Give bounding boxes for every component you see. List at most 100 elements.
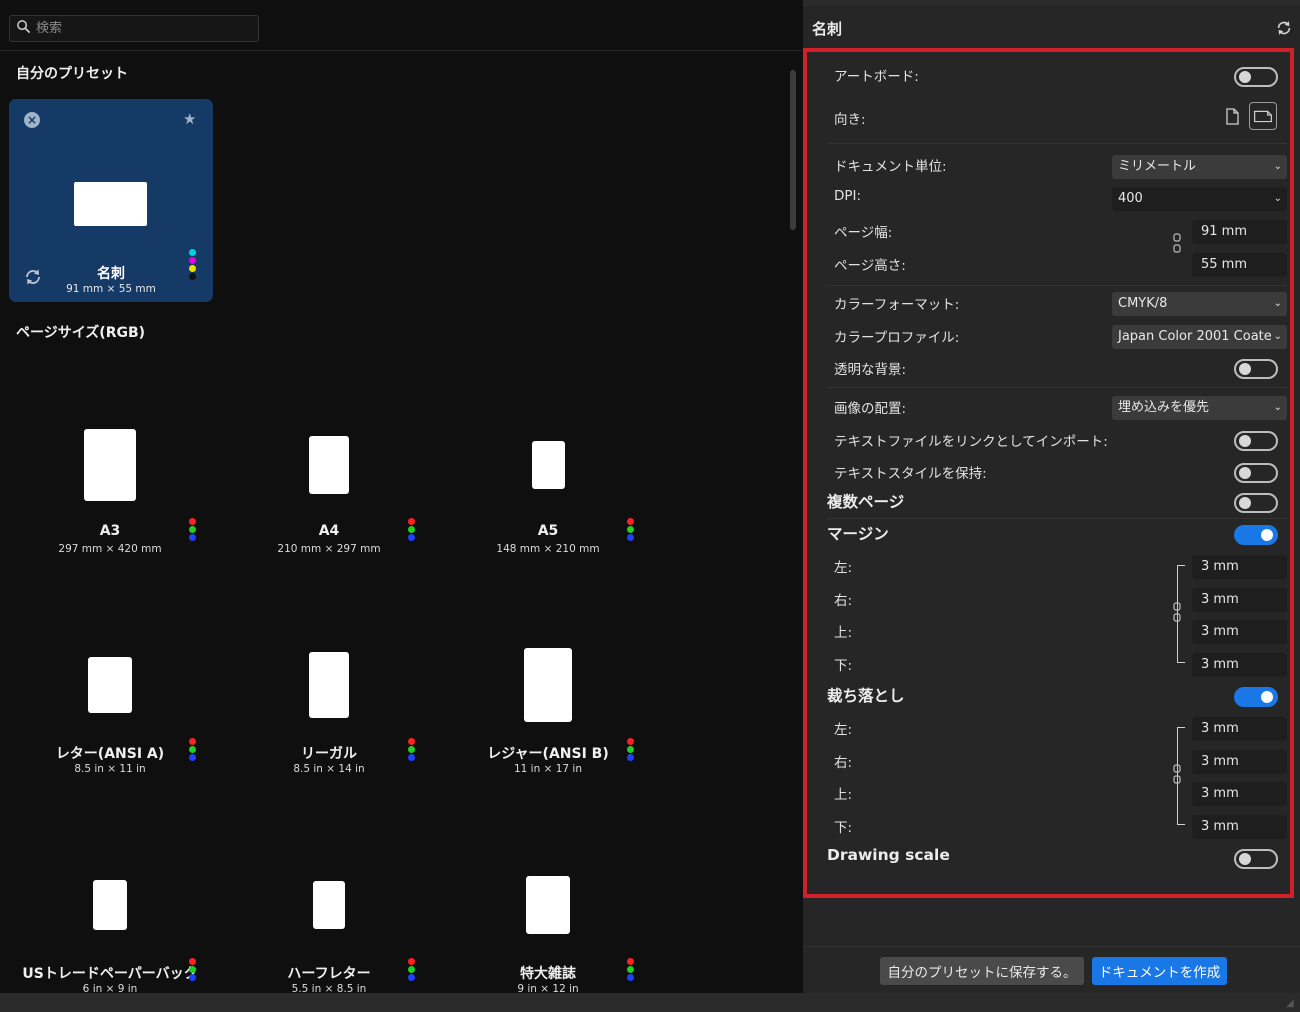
- page-size-tile[interactable]: リーガル 8.5 in × 14 in: [234, 632, 424, 822]
- save-preset-button[interactable]: 自分のプリセットに保存する。: [880, 957, 1084, 985]
- close-icon[interactable]: ×: [24, 112, 40, 128]
- drawing-scale-toggle[interactable]: [1234, 849, 1278, 869]
- page-size-heading: ページサイズ(RGB): [16, 325, 146, 341]
- margin-value-field[interactable]: 3 mm: [1192, 587, 1287, 612]
- dpi-label: DPI:: [834, 188, 862, 204]
- artboard-toggle[interactable]: [1234, 67, 1278, 87]
- link-icon[interactable]: [1172, 764, 1182, 784]
- color-dot: [189, 974, 196, 981]
- dpi-value: 400: [1118, 191, 1143, 206]
- color-mode-dots: [189, 249, 196, 281]
- bleed-toggle[interactable]: [1234, 687, 1278, 707]
- bleed-value-field[interactable]: 3 mm: [1192, 814, 1287, 839]
- text-link-label: テキストファイルをリンクとしてインポート:: [834, 434, 1108, 450]
- page-height-field[interactable]: 55 mm: [1192, 253, 1287, 277]
- bleed-value-field[interactable]: 3 mm: [1192, 782, 1287, 806]
- scrollbar[interactable]: [790, 70, 796, 230]
- margin-side-label: 下:: [834, 657, 853, 674]
- image-placement-select[interactable]: 埋め込みを優先 ⌄: [1112, 396, 1287, 420]
- margin-value-field[interactable]: 3 mm: [1192, 620, 1287, 644]
- color-dot: [189, 754, 196, 761]
- color-dot: [408, 526, 415, 533]
- page-size-dims: 8.5 in × 14 in: [293, 763, 365, 775]
- bleed-value-field[interactable]: 3 mm: [1192, 717, 1287, 741]
- divider: [803, 946, 1300, 947]
- link-icon[interactable]: [1172, 602, 1182, 622]
- drawing-scale-heading: Drawing scale: [827, 846, 950, 864]
- margin-value-field[interactable]: 3 mm: [1192, 652, 1287, 677]
- resize-grip-icon[interactable]: ◢: [1286, 998, 1298, 1010]
- page-size-dims: 8.5 in × 11 in: [74, 763, 146, 775]
- color-format-select[interactable]: CMYK/8 ⌄: [1112, 292, 1287, 316]
- color-profile-label: カラープロファイル:: [834, 330, 960, 346]
- color-dot: [189, 746, 196, 753]
- page-thumbnail: [309, 436, 349, 494]
- search-box[interactable]: [9, 15, 259, 42]
- margin-toggle[interactable]: [1234, 525, 1278, 545]
- transparent-bg-toggle[interactable]: [1234, 359, 1278, 379]
- page-size-name: A5: [537, 523, 559, 539]
- reset-icon[interactable]: [1275, 19, 1293, 37]
- page-size-tile[interactable]: A3 297 mm × 420 mm: [15, 412, 205, 602]
- color-mode-dots: [627, 738, 634, 762]
- multipage-toggle[interactable]: [1234, 493, 1278, 513]
- color-dot: [189, 738, 196, 745]
- text-link-toggle[interactable]: [1234, 431, 1278, 451]
- preset-thumbnail: [74, 182, 147, 226]
- page-size-tile[interactable]: USトレードペーパーバック 6 in × 9 in: [15, 852, 205, 1012]
- dpi-select[interactable]: 400 ⌄: [1112, 187, 1287, 211]
- text-style-toggle[interactable]: [1234, 463, 1278, 483]
- color-dot: [189, 966, 196, 973]
- color-dot: [627, 958, 634, 965]
- artboard-label: アートボード:: [834, 69, 919, 85]
- page-size-name: ハーフレター: [287, 966, 371, 982]
- color-dot: [627, 534, 634, 541]
- chevron-down-icon: ⌄: [1270, 325, 1282, 349]
- divider: [827, 143, 1287, 144]
- color-mode-dots: [627, 958, 634, 982]
- search-input[interactable]: [36, 21, 236, 36]
- chevron-down-icon: ⌄: [1273, 193, 1282, 204]
- color-dot: [627, 754, 634, 761]
- color-dot: [189, 526, 196, 533]
- bleed-heading: 裁ち落とし: [827, 687, 905, 705]
- page-size-name: A3: [99, 523, 121, 539]
- divider: [827, 285, 1287, 286]
- margin-side-label: 右:: [834, 592, 853, 609]
- panel-title: 名刺: [812, 20, 843, 38]
- page-width-label: ページ幅:: [834, 225, 893, 241]
- color-profile-select[interactable]: Japan Color 2001 Coated ⌄: [1112, 325, 1287, 349]
- divider: [827, 518, 1287, 519]
- settings-highlight-box: アートボード: 向き: ドキュメント単位: ミリメートル ⌄ DPI: 400 ⌄ …: [803, 48, 1294, 898]
- page-size-tile[interactable]: 特大雑誌 9 in × 12 in: [453, 852, 643, 1012]
- bleed-value-field[interactable]: 3 mm: [1192, 749, 1287, 774]
- page-size-tile[interactable]: ハーフレター 5.5 in × 8.5 in: [234, 852, 424, 1012]
- page-size-tile[interactable]: A5 148 mm × 210 mm: [453, 412, 643, 602]
- link-icon[interactable]: [1172, 233, 1182, 253]
- color-format-label: カラーフォーマット:: [834, 297, 960, 313]
- page-thumbnail: [524, 648, 572, 722]
- color-dot: [627, 738, 634, 745]
- preset-card-meishi[interactable]: × ★ 名刺 91 mm × 55 mm: [9, 99, 213, 302]
- page-size-name: 特大雑誌: [520, 966, 576, 982]
- color-dot: [408, 974, 415, 981]
- page-thumbnail: [531, 441, 565, 489]
- chevron-down-icon: ⌄: [1273, 298, 1282, 309]
- bleed-side-label: 下:: [834, 819, 853, 836]
- landscape-orientation-icon[interactable]: [1249, 102, 1277, 130]
- page-size-tile[interactable]: レター(ANSI A) 8.5 in × 11 in: [15, 632, 205, 822]
- page-size-tile[interactable]: A4 210 mm × 297 mm: [234, 412, 424, 602]
- page-height-label: ページ高さ:: [834, 258, 906, 274]
- image-placement-value: 埋め込みを優先: [1118, 400, 1210, 415]
- margin-value-field[interactable]: 3 mm: [1192, 555, 1287, 579]
- create-document-button[interactable]: ドキュメントを作成: [1092, 957, 1227, 985]
- document-settings-panel: 名刺 アートボード: 向き: ドキュメント単位: ミリメートル ⌄ DPI: 40…: [803, 6, 1300, 993]
- transparent-bg-label: 透明な背景:: [834, 362, 907, 378]
- page-thumbnail: [93, 880, 127, 930]
- color-mode-dots: [408, 958, 415, 982]
- page-size-tile[interactable]: レジャー(ANSI B) 11 in × 17 in: [453, 632, 643, 822]
- unit-select[interactable]: ミリメートル ⌄: [1112, 155, 1287, 179]
- star-icon[interactable]: ★: [183, 110, 196, 128]
- page-width-field[interactable]: 91 mm: [1192, 220, 1287, 244]
- portrait-orientation-icon[interactable]: [1218, 102, 1246, 130]
